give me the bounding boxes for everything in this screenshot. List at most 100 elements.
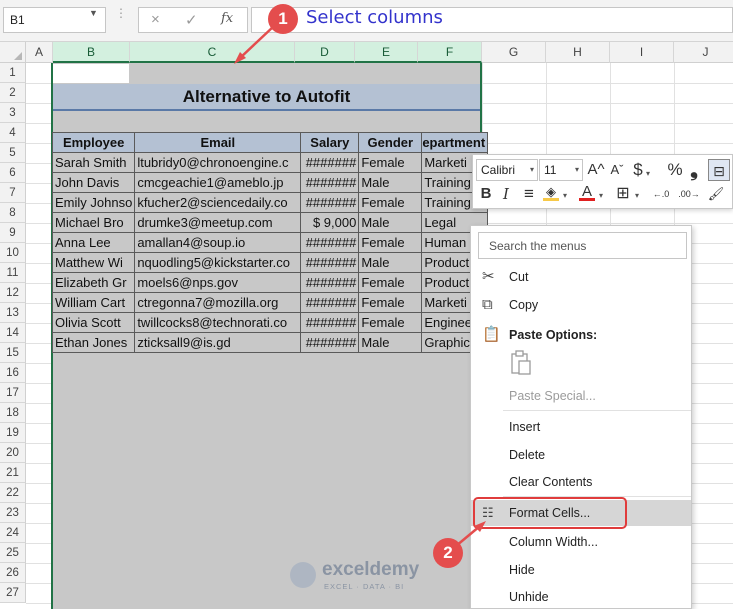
decrease-font-size-icon[interactable]: Aˇ — [607, 159, 627, 181]
cell-email[interactable]: amallan4@soup.io — [134, 232, 302, 253]
active-cell-b1[interactable] — [53, 64, 129, 83]
align-center-icon[interactable]: ≡ — [519, 183, 539, 205]
row-header-2[interactable]: 2 — [0, 83, 26, 103]
fill-color-icon[interactable]: ◈ — [541, 181, 561, 203]
cell-employee[interactable]: Sarah Smith — [51, 152, 136, 173]
merge-center-icon[interactable]: ⊟ — [708, 159, 730, 181]
row-header-11[interactable]: 11 — [0, 263, 26, 283]
cell-salary[interactable]: ####### — [300, 152, 360, 173]
cell-salary[interactable]: ####### — [300, 252, 360, 273]
percent-style-icon[interactable]: % — [665, 159, 685, 181]
cell-email[interactable]: kfucher2@sciencedaily.co — [134, 192, 302, 213]
format-painter-icon[interactable]: 🖌 — [705, 183, 727, 205]
sheet-title[interactable]: Alternative to Autofit — [53, 84, 480, 111]
column-header-b[interactable]: B — [53, 42, 130, 63]
cell-gender[interactable]: Male — [358, 212, 423, 233]
row-header-20[interactable]: 20 — [0, 443, 26, 463]
cell-gender[interactable]: Male — [358, 172, 423, 193]
cell-employee[interactable]: Emily Johnso — [51, 192, 136, 213]
menu-item-cut[interactable]: ✂ Cut — [471, 264, 691, 290]
increase-font-size-icon[interactable]: A^ — [586, 159, 606, 181]
header-salary[interactable]: Salary — [300, 132, 360, 153]
cell-email[interactable]: nquodling5@kickstarter.co — [134, 252, 302, 273]
menu-item-hide[interactable]: Hide — [471, 557, 691, 583]
row-header-15[interactable]: 15 — [0, 343, 26, 363]
column-header-h[interactable]: H — [546, 42, 610, 63]
decrease-decimal-icon[interactable]: .00→ — [675, 183, 703, 205]
row-header-4[interactable]: 4 — [0, 123, 26, 143]
row-header-8[interactable]: 8 — [0, 203, 26, 223]
cell-gender[interactable]: Female — [358, 272, 423, 293]
font-size-select[interactable]: 11 ▾ — [539, 159, 583, 181]
cell-gender[interactable]: Female — [358, 312, 423, 333]
cell-salary[interactable]: ####### — [300, 332, 360, 353]
column-header-e[interactable]: E — [355, 42, 418, 63]
row-header-21[interactable]: 21 — [0, 463, 26, 483]
row-header-9[interactable]: 9 — [0, 223, 26, 243]
column-header-j[interactable]: J — [674, 42, 733, 63]
increase-decimal-icon[interactable]: ←.0 — [649, 183, 673, 205]
menu-item-unhide[interactable]: Unhide — [471, 584, 691, 609]
cell-employee[interactable]: Olivia Scott — [51, 312, 136, 333]
cell-email[interactable]: moels6@nps.gov — [134, 272, 302, 293]
header-email[interactable]: Email — [134, 132, 302, 153]
column-header-g[interactable]: G — [482, 42, 546, 63]
cell-gender[interactable]: Female — [358, 192, 423, 213]
row-header-10[interactable]: 10 — [0, 243, 26, 263]
menu-item-copy[interactable]: ⧉ Copy — [471, 292, 691, 318]
cell-salary[interactable]: ####### — [300, 172, 360, 193]
cell-gender[interactable]: Female — [358, 232, 423, 253]
cell-employee[interactable]: Ethan Jones — [51, 332, 136, 353]
italic-icon[interactable]: I — [497, 183, 515, 205]
column-header-a[interactable]: A — [26, 42, 53, 63]
menu-search-input[interactable]: Search the menus — [478, 232, 687, 259]
row-header-3[interactable]: 3 — [0, 103, 26, 123]
cell-salary[interactable]: ####### — [300, 272, 360, 293]
chevron-down-icon[interactable]: ▾ — [633, 183, 641, 205]
cell-salary[interactable]: ####### — [300, 232, 360, 253]
cell-employee[interactable]: Elizabeth Gr — [51, 272, 136, 293]
header-department[interactable]: epartment — [421, 132, 489, 153]
cell-employee[interactable]: Matthew Wi — [51, 252, 136, 273]
row-header-14[interactable]: 14 — [0, 323, 26, 343]
menu-item-delete[interactable]: Delete — [471, 442, 691, 468]
cell-salary[interactable]: ####### — [300, 312, 360, 333]
cell-email[interactable]: zticksall9@is.gd — [134, 332, 302, 353]
more-vertical-icon[interactable]: ⋮ — [115, 7, 127, 30]
cancel-icon[interactable]: × — [151, 11, 160, 28]
comma-style-icon[interactable]: ❟ — [687, 159, 701, 181]
cell-gender[interactable]: Male — [358, 252, 423, 273]
row-header-27[interactable]: 27 — [0, 583, 26, 603]
cell-salary[interactable]: ####### — [300, 192, 360, 213]
chevron-down-icon[interactable]: ▾ — [561, 183, 569, 205]
chevron-down-icon[interactable]: ▼ — [89, 8, 98, 18]
row-header-17[interactable]: 17 — [0, 383, 26, 403]
menu-item-clear-contents[interactable]: Clear Contents — [471, 469, 691, 495]
cell-gender[interactable]: Male — [358, 332, 423, 353]
row-header-26[interactable]: 26 — [0, 563, 26, 583]
cell-salary[interactable]: ####### — [300, 292, 360, 313]
row-header-12[interactable]: 12 — [0, 283, 26, 303]
cell-gender[interactable]: Female — [358, 292, 423, 313]
menu-item-insert[interactable]: Insert — [471, 414, 691, 440]
cell-email[interactable]: drumke3@meetup.com — [134, 212, 302, 233]
borders-icon[interactable]: ⊞ — [613, 183, 633, 205]
cell-employee[interactable]: William Cart — [51, 292, 136, 313]
header-gender[interactable]: Gender — [358, 132, 423, 153]
cell-email[interactable]: ctregonna7@mozilla.org — [134, 292, 302, 313]
row-header-5[interactable]: 5 — [0, 143, 26, 163]
row-header-23[interactable]: 23 — [0, 503, 26, 523]
menu-item-column-width[interactable]: Column Width... — [471, 529, 691, 555]
enter-check-icon[interactable]: ✓ — [185, 11, 198, 29]
bold-icon[interactable]: B — [477, 183, 495, 205]
column-header-f[interactable]: F — [418, 42, 482, 63]
cell-email[interactable]: cmcgeachie1@ameblo.jp — [134, 172, 302, 193]
cell-email[interactable]: ltubridy0@chronoengine.c — [134, 152, 302, 173]
font-color-icon[interactable]: A — [577, 181, 597, 203]
row-header-24[interactable]: 24 — [0, 523, 26, 543]
column-header-d[interactable]: D — [295, 42, 355, 63]
row-header-6[interactable]: 6 — [0, 163, 26, 183]
cell-employee[interactable]: John Davis — [51, 172, 136, 193]
cell-salary[interactable]: $ 9,000 — [300, 212, 360, 233]
row-header-7[interactable]: 7 — [0, 183, 26, 203]
